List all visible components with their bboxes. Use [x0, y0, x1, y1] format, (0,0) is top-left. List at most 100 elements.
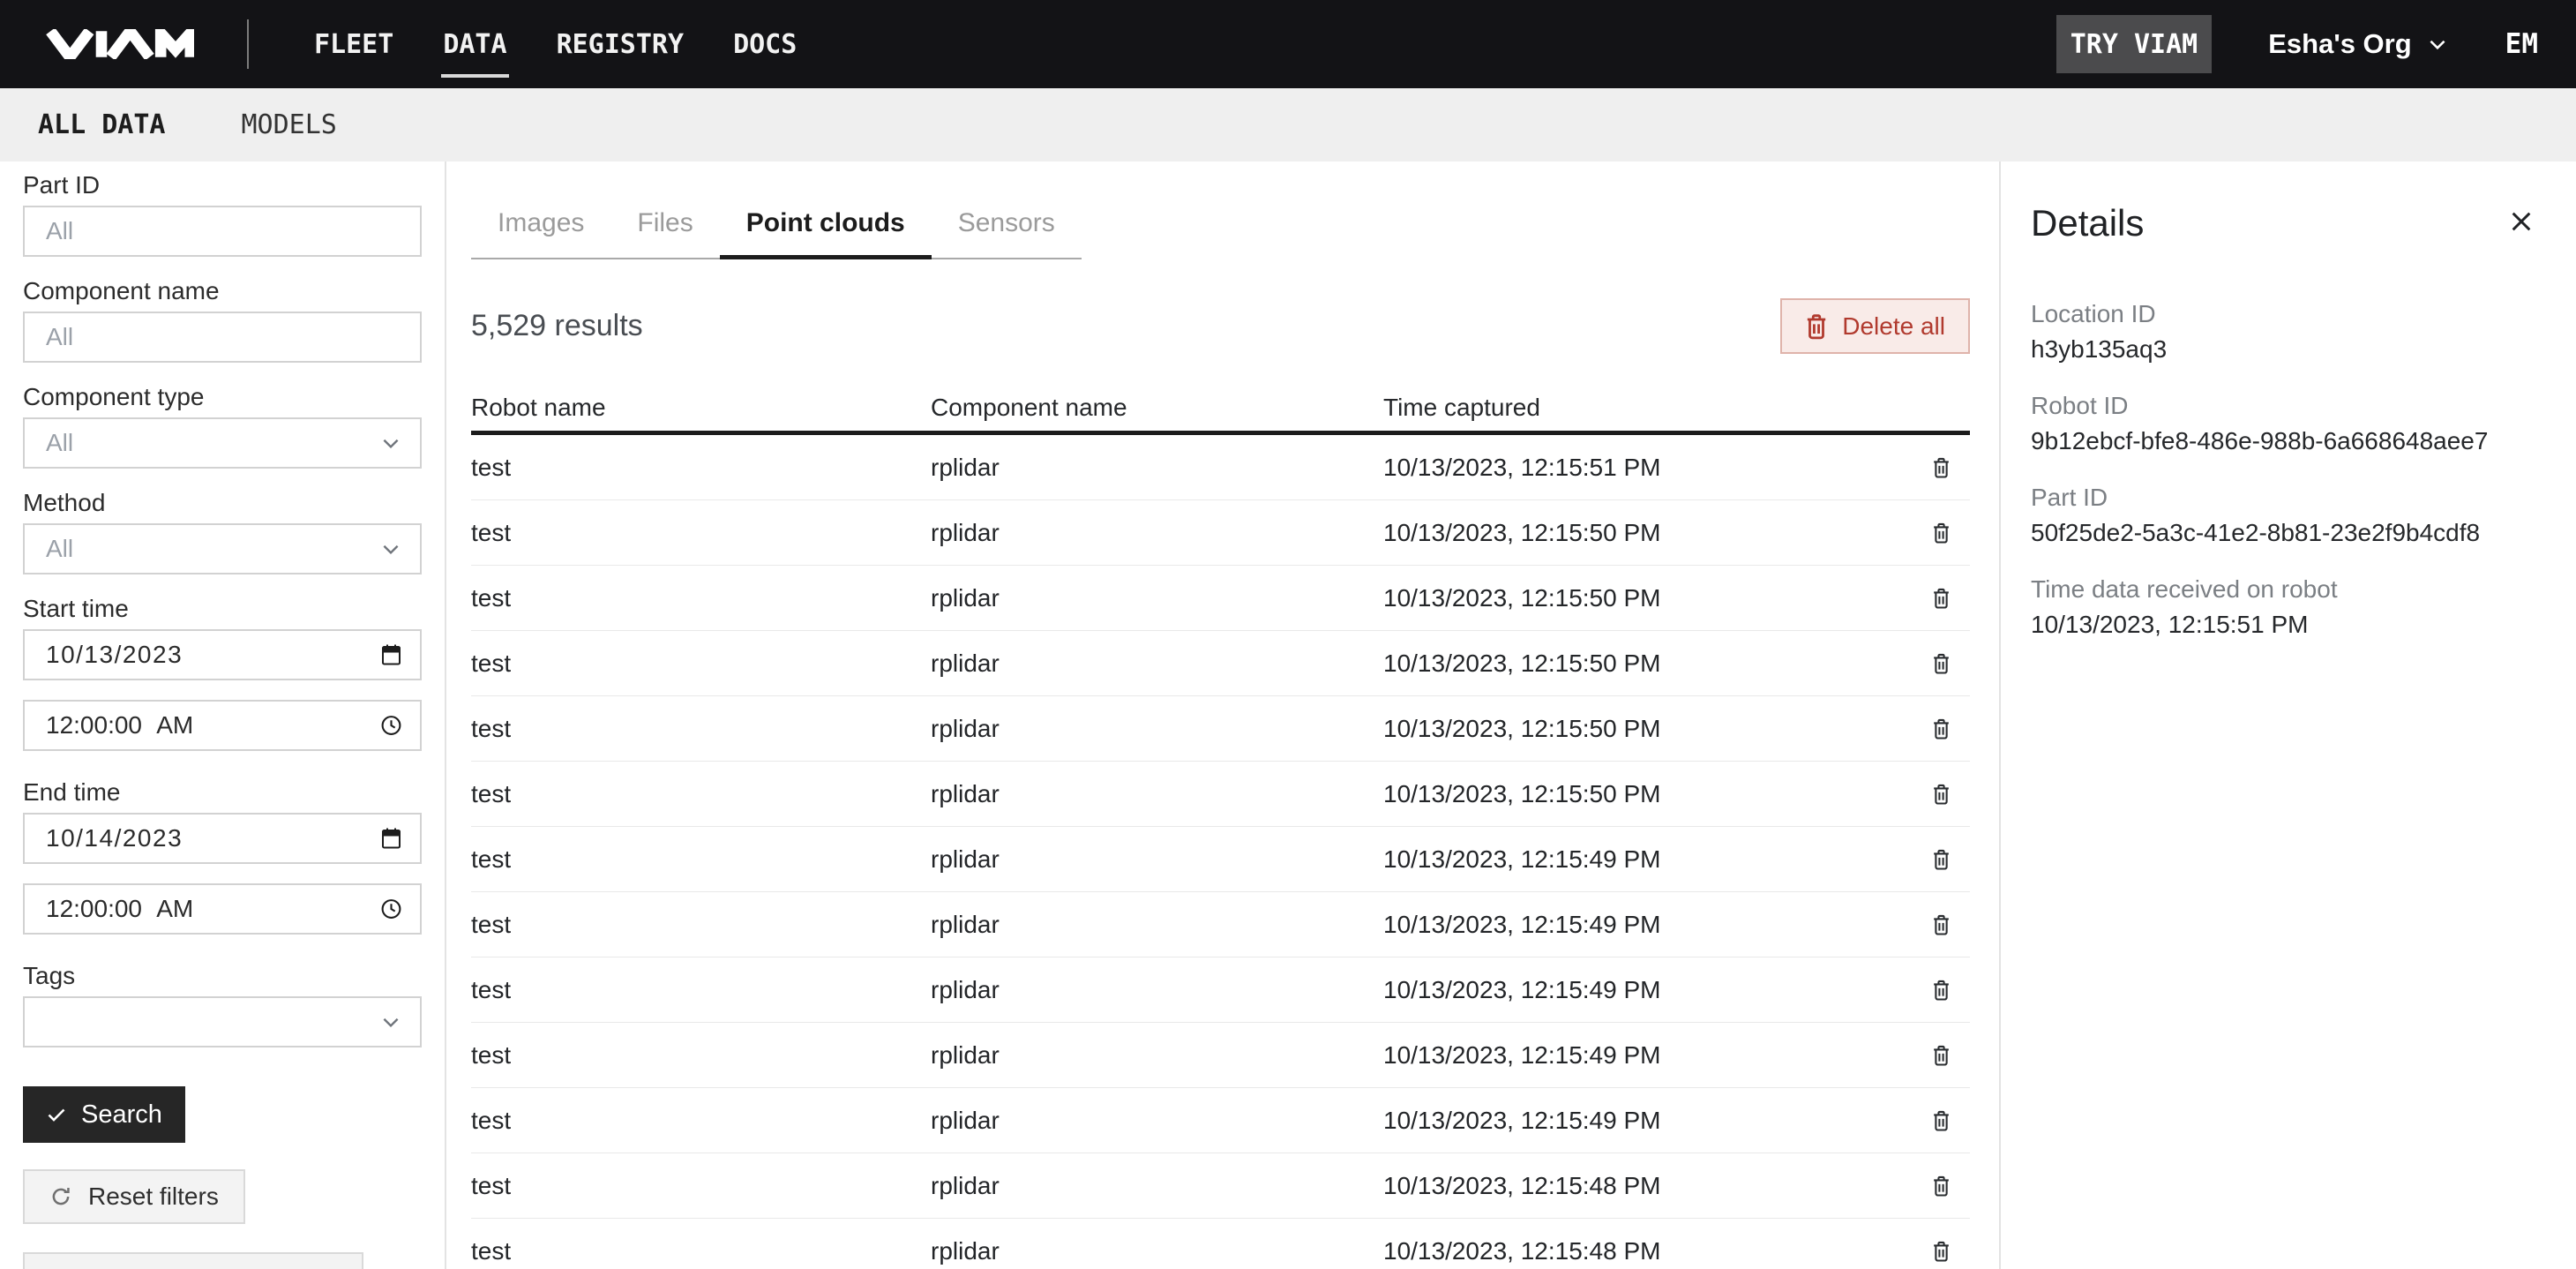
details-field-value: h3yb135aq3: [2031, 334, 2541, 364]
close-icon[interactable]: [2502, 202, 2541, 241]
delete-row-button[interactable]: [1928, 910, 1954, 940]
column-time-captured: Time captured: [1383, 394, 1912, 422]
table-row[interactable]: test rplidar 10/13/2023, 12:15:49 PM: [471, 1023, 1970, 1088]
method-select[interactable]: All: [23, 523, 422, 574]
top-nav: FLEET DATA REGISTRY DOCS TRY VIAM Esha's…: [0, 0, 2576, 88]
start-date-value: 10/13/2023: [46, 641, 183, 669]
delete-row-button[interactable]: [1928, 518, 1954, 548]
chevron-down-icon: [379, 432, 402, 454]
component-name-input[interactable]: All: [23, 312, 422, 363]
table-row[interactable]: test rplidar 10/13/2023, 12:15:49 PM: [471, 827, 1970, 892]
delete-row-button[interactable]: [1928, 975, 1954, 1005]
nav-item-data[interactable]: DATA: [441, 27, 508, 62]
table-row[interactable]: test rplidar 10/13/2023, 12:15:48 PM: [471, 1153, 1970, 1219]
component-name-label: Component name: [23, 276, 422, 306]
nav-item-registry[interactable]: REGISTRY: [555, 27, 686, 62]
delete-row-button[interactable]: [1928, 649, 1954, 679]
end-date-value: 10/14/2023: [46, 824, 183, 852]
table-row[interactable]: test rplidar 10/13/2023, 12:15:50 PM: [471, 696, 1970, 762]
cell-component-name: rplidar: [931, 911, 1383, 939]
delete-row-button[interactable]: [1928, 845, 1954, 875]
filter-component-name: Component name All: [23, 276, 422, 363]
calendar-icon[interactable]: [380, 827, 402, 850]
delete-row-button[interactable]: [1928, 1236, 1954, 1266]
details-field: Location ID h3yb135aq3: [2031, 299, 2541, 364]
search-button-label: Search: [81, 1100, 162, 1130]
cell-component-name: rplidar: [931, 1107, 1383, 1135]
filter-method: Method All: [23, 488, 422, 574]
tab-files[interactable]: Files: [610, 207, 719, 259]
delete-row-button[interactable]: [1928, 453, 1954, 483]
part-id-input[interactable]: All: [23, 206, 422, 257]
tab-images[interactable]: Images: [471, 207, 610, 259]
org-switcher[interactable]: Esha's Org: [2268, 28, 2448, 60]
details-panel: Details Location ID h3yb135aq3 Robot ID …: [1999, 161, 2576, 1269]
cell-time-captured: 10/13/2023, 12:15:50 PM: [1383, 715, 1912, 743]
tab-models[interactable]: MODELS: [242, 109, 337, 140]
calendar-icon[interactable]: [380, 643, 402, 666]
delete-row-button[interactable]: [1928, 1171, 1954, 1201]
cell-time-captured: 10/13/2023, 12:15:49 PM: [1383, 976, 1912, 1004]
component-name-placeholder: All: [46, 323, 73, 351]
nav-item-docs[interactable]: DOCS: [731, 27, 798, 62]
table-row[interactable]: test rplidar 10/13/2023, 12:15:49 PM: [471, 892, 1970, 957]
cell-time-captured: 10/13/2023, 12:15:50 PM: [1383, 519, 1912, 547]
viam-logo[interactable]: [46, 29, 194, 59]
tags-select[interactable]: [23, 996, 422, 1047]
table-row[interactable]: test rplidar 10/13/2023, 12:15:48 PM: [471, 1219, 1970, 1269]
sub-nav: ALL DATA MODELS: [0, 88, 2576, 161]
copy-export-command-button[interactable]: Copy export command: [23, 1252, 363, 1269]
component-type-select[interactable]: All: [23, 417, 422, 469]
delete-all-button[interactable]: Delete all: [1780, 298, 1970, 354]
table-header: Robot name Component name Time captured: [471, 354, 1970, 435]
delete-row-button[interactable]: [1928, 1040, 1954, 1070]
end-time-value: 12:00:00 AM: [46, 895, 193, 923]
results-header: 5,529 results Delete all: [471, 298, 1970, 354]
end-time-input[interactable]: 12:00:00 AM: [23, 883, 422, 935]
chevron-down-icon: [379, 1010, 402, 1033]
table-row[interactable]: test rplidar 10/13/2023, 12:15:50 PM: [471, 762, 1970, 827]
try-viam-button[interactable]: TRY VIAM: [2056, 15, 2213, 73]
cell-robot-name: test: [471, 1172, 931, 1200]
cell-component-name: rplidar: [931, 845, 1383, 874]
filter-part-id: Part ID All: [23, 170, 422, 257]
part-id-label: Part ID: [23, 170, 422, 200]
table-row[interactable]: test rplidar 10/13/2023, 12:15:49 PM: [471, 957, 1970, 1023]
delete-row-button[interactable]: [1928, 714, 1954, 744]
user-avatar[interactable]: EM: [2505, 28, 2538, 60]
tab-all-data[interactable]: ALL DATA: [38, 109, 166, 140]
trash-icon: [1805, 313, 1828, 340]
clock-icon[interactable]: [380, 898, 402, 920]
details-field-label: Location ID: [2031, 299, 2541, 329]
cell-component-name: rplidar: [931, 1172, 1383, 1200]
column-component-name: Component name: [931, 394, 1383, 422]
tab-sensors[interactable]: Sensors: [932, 207, 1082, 259]
details-field-value: 9b12ebcf-bfe8-486e-988b-6a668648aee7: [2031, 426, 2541, 456]
start-date-input[interactable]: 10/13/2023: [23, 629, 422, 680]
table-row[interactable]: test rplidar 10/13/2023, 12:15:51 PM: [471, 435, 1970, 500]
cell-component-name: rplidar: [931, 454, 1383, 482]
tags-label: Tags: [23, 961, 422, 991]
start-time-input[interactable]: 12:00:00 AM: [23, 700, 422, 751]
end-date-input[interactable]: 10/14/2023: [23, 813, 422, 864]
tab-point-clouds[interactable]: Point clouds: [720, 207, 932, 259]
nav-item-fleet[interactable]: FLEET: [312, 27, 395, 62]
table-row[interactable]: test rplidar 10/13/2023, 12:15:50 PM: [471, 566, 1970, 631]
start-time-label: Start time: [23, 594, 422, 624]
table-row[interactable]: test rplidar 10/13/2023, 12:15:50 PM: [471, 500, 1970, 566]
table-row[interactable]: test rplidar 10/13/2023, 12:15:50 PM: [471, 631, 1970, 696]
cell-robot-name: test: [471, 1237, 931, 1265]
filter-component-type: Component type All: [23, 382, 422, 469]
delete-row-button[interactable]: [1928, 583, 1954, 613]
delete-row-button[interactable]: [1928, 1106, 1954, 1136]
search-button[interactable]: Search: [23, 1086, 185, 1143]
reset-filters-button[interactable]: Reset filters: [23, 1169, 245, 1224]
delete-all-label: Delete all: [1842, 312, 1945, 341]
table-row[interactable]: test rplidar 10/13/2023, 12:15:49 PM: [471, 1088, 1970, 1153]
details-field: Robot ID 9b12ebcf-bfe8-486e-988b-6a66864…: [2031, 391, 2541, 456]
clock-icon[interactable]: [380, 715, 402, 737]
org-name: Esha's Org: [2268, 28, 2411, 60]
cell-robot-name: test: [471, 845, 931, 874]
table-body: test rplidar 10/13/2023, 12:15:51 PM tes…: [471, 435, 1970, 1269]
delete-row-button[interactable]: [1928, 779, 1954, 809]
